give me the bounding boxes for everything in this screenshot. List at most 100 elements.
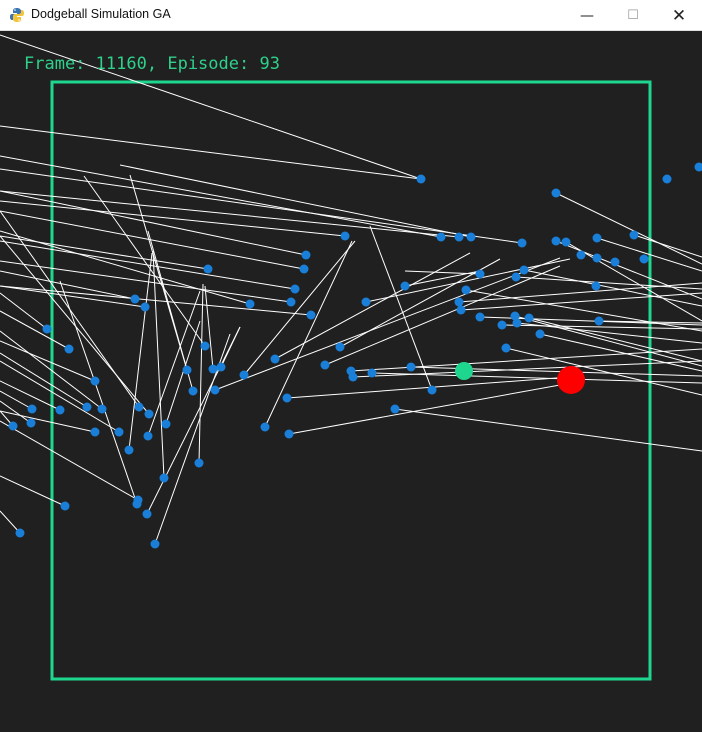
ball-trail bbox=[0, 235, 209, 270]
dodgeball bbox=[143, 431, 153, 441]
dodgeball bbox=[456, 305, 466, 315]
dodgeball bbox=[245, 299, 255, 309]
window-title: Dodgeball Simulation GA bbox=[31, 7, 171, 21]
dodgeball bbox=[576, 250, 586, 260]
dodgeball bbox=[348, 372, 358, 382]
maximize-button[interactable]: ☐ bbox=[610, 0, 656, 31]
dodgeball bbox=[194, 458, 204, 468]
dodgeball bbox=[216, 362, 226, 372]
dodgeball bbox=[535, 329, 545, 339]
window-titlebar[interactable]: Dodgeball Simulation GA — ☐ ✕ bbox=[0, 0, 702, 31]
dodgeball bbox=[629, 230, 639, 240]
dodgeball bbox=[594, 316, 604, 326]
ball-trail bbox=[369, 225, 433, 391]
dodgeball bbox=[114, 427, 124, 437]
dodgeball bbox=[210, 385, 220, 395]
dodgeball bbox=[140, 302, 150, 312]
dodgeball bbox=[200, 341, 210, 351]
dodgeball bbox=[144, 409, 154, 419]
dodgeball bbox=[512, 318, 522, 328]
agent-ball bbox=[455, 362, 473, 380]
dodgeball bbox=[260, 422, 270, 432]
ball-trail bbox=[633, 234, 702, 258]
dodgeball bbox=[461, 285, 471, 295]
dodgeball bbox=[335, 342, 345, 352]
dodgeball bbox=[367, 368, 377, 378]
dodgeball bbox=[320, 360, 330, 370]
dodgeball bbox=[551, 188, 561, 198]
ball-trail bbox=[0, 125, 422, 180]
ball-trail bbox=[0, 190, 307, 256]
dodgeball bbox=[42, 324, 52, 334]
dodgeball bbox=[466, 232, 476, 242]
dodgeball bbox=[208, 364, 218, 374]
ball-trail bbox=[394, 408, 702, 452]
ball-trail bbox=[198, 283, 204, 464]
ball-trail bbox=[0, 270, 136, 300]
dodgeball bbox=[561, 237, 571, 247]
dodgeball bbox=[132, 499, 142, 509]
episode-value: 93 bbox=[259, 54, 280, 74]
dodgeball bbox=[301, 250, 311, 260]
ball-trail bbox=[128, 252, 153, 451]
dodgeball bbox=[161, 419, 171, 429]
ball-trail bbox=[204, 285, 214, 370]
dodgeball bbox=[591, 281, 601, 291]
dodgeball bbox=[159, 473, 169, 483]
ball-trail bbox=[410, 366, 702, 377]
python-snake-icon bbox=[10, 8, 24, 22]
dodgeball bbox=[610, 257, 620, 267]
frame-value: 11160 bbox=[95, 54, 147, 74]
ball-trail bbox=[458, 282, 702, 303]
dodgeball bbox=[340, 231, 350, 241]
dodgeball bbox=[124, 445, 134, 455]
dodgeball bbox=[15, 528, 25, 538]
dodgeball bbox=[203, 264, 213, 274]
dodgeball bbox=[286, 297, 296, 307]
frame-label: Frame: bbox=[24, 54, 86, 74]
dodgeball bbox=[454, 297, 464, 307]
ball-trail bbox=[539, 333, 702, 372]
dodgeball bbox=[239, 370, 249, 380]
ball-trail bbox=[0, 310, 70, 350]
dodgeball bbox=[306, 310, 316, 320]
dodgeball bbox=[592, 253, 602, 263]
dodgeball bbox=[436, 232, 446, 242]
game-canvas[interactable]: Frame: 11160, Episode: 93 bbox=[0, 31, 702, 732]
dodgeball bbox=[55, 405, 65, 415]
dodgeball bbox=[475, 312, 485, 322]
ball-trail bbox=[0, 475, 66, 507]
dodgeball bbox=[8, 421, 18, 431]
dodgeball bbox=[517, 238, 527, 248]
dodgeball bbox=[475, 269, 485, 279]
dodgeball bbox=[511, 272, 521, 282]
dodgeball bbox=[270, 354, 280, 364]
ball-trail bbox=[324, 265, 561, 366]
dodgeball bbox=[592, 233, 602, 243]
dodgeball bbox=[182, 365, 192, 375]
dodgeball bbox=[90, 376, 100, 386]
ball-trail bbox=[59, 280, 138, 505]
target-ball bbox=[557, 366, 585, 394]
ball-trail bbox=[0, 155, 442, 238]
episode-label: Episode: bbox=[167, 54, 250, 74]
ball-trail bbox=[0, 340, 96, 382]
dodgeball bbox=[416, 174, 426, 184]
dodgeball bbox=[501, 343, 511, 353]
dodgeball bbox=[97, 404, 107, 414]
ball-trail bbox=[404, 270, 481, 275]
simulation-scene bbox=[0, 34, 702, 681]
dodgeball bbox=[60, 501, 70, 511]
dodgeball bbox=[27, 404, 37, 414]
dodgeball bbox=[639, 254, 649, 264]
dodgeball bbox=[662, 174, 672, 184]
minimize-button[interactable]: — bbox=[564, 0, 610, 31]
ball-trail bbox=[0, 235, 150, 415]
close-button[interactable]: ✕ bbox=[656, 0, 702, 31]
frame-episode-counter: Frame: 11160, Episode: 93 bbox=[24, 54, 280, 74]
dodgeball bbox=[150, 539, 160, 549]
dodgeball bbox=[406, 362, 416, 372]
dodgeball bbox=[188, 386, 198, 396]
dodgeball bbox=[497, 320, 507, 330]
dodgeball bbox=[694, 162, 702, 172]
